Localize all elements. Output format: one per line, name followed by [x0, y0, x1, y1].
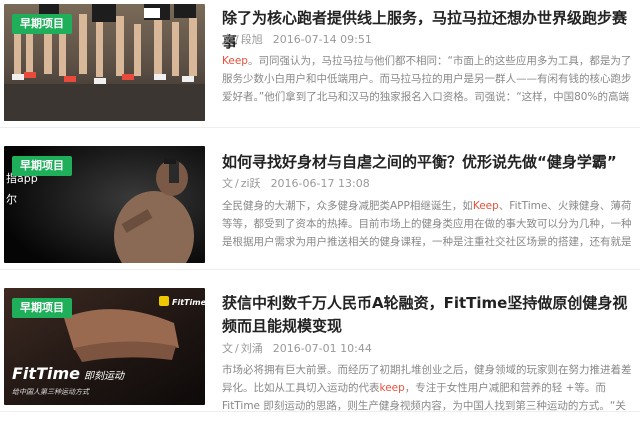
summary-text: 。司同强认为，马拉马拉与他们都不相同：“市面上的这些应用多为工具，都是为了服务少…	[222, 55, 632, 103]
keyword-highlight: Keep	[222, 55, 248, 67]
article-summary: Keep。司同强认为，马拉马拉与他们都不相同：“市面上的这些应用多为工具，都是为…	[222, 52, 632, 106]
category-label: 文	[222, 342, 233, 355]
author-link[interactable]: 刘涌	[241, 342, 263, 355]
fittime-logo-icon	[159, 296, 169, 306]
article-thumbnail[interactable]: FitTime FitTime 即刻运动 给中国人第三种运动方式 早期项目	[4, 288, 205, 405]
publish-date: 2016-07-14 09:51	[272, 33, 372, 46]
article-item[interactable]: FitTime FitTime 即刻运动 给中国人第三种运动方式 早期项目 获信…	[0, 284, 640, 412]
thumb-brand-text: FitTime	[12, 364, 80, 383]
article-item[interactable]: 早期项目 除了为核心跑者提供线上服务，马拉马拉还想办世界级跑步赛事 文 / 段旭 20…	[0, 0, 640, 128]
article-meta: 文 / 刘涌 2016-07-01 10:44	[222, 342, 372, 355]
keyword-highlight: Keep	[472, 200, 499, 212]
article-item[interactable]: 指app 尔 早期项目 如何寻找好身材与自虐之间的平衡？优形说先做“健身学霸” …	[0, 142, 640, 270]
category-label: 文	[222, 33, 233, 46]
article-list: 早期项目 除了为核心跑者提供线上服务，马拉马拉还想办世界级跑步赛事 文 / 段旭 20…	[0, 0, 640, 412]
article-meta: 文 / zi跃 2016-06-17 13:08	[222, 177, 370, 190]
early-stage-tag[interactable]: 早期项目	[12, 156, 72, 176]
early-stage-tag[interactable]: 早期项目	[12, 298, 72, 318]
thumb-brand-cn-text: 即刻运动	[84, 370, 125, 382]
thumb-slogan-text: 给中国人第三种运动方式	[12, 388, 90, 396]
article-summary: 全民健身的大潮下，众多健身减肥类APP相继诞生，如Keep、FitTime、火辣…	[222, 197, 632, 251]
publish-date: 2016-06-17 13:08	[270, 177, 370, 190]
article-meta: 文 / 段旭 2016-07-14 09:51	[222, 33, 372, 46]
keyword-highlight: keep	[379, 382, 405, 394]
article-title[interactable]: 获信中利数千万人民币A轮融资，FitTime坚持做原创健身视频而且能规模变现	[222, 292, 634, 340]
thumb-logo-text: FitTime	[172, 298, 205, 307]
publish-date: 2016-07-01 10:44	[272, 342, 372, 355]
summary-text: 全民健身的大潮下，众多健身减肥类APP相继诞生，如	[222, 200, 473, 212]
article-title[interactable]: 如何寻找好身材与自虐之间的平衡？优形说先做“健身学霸”	[222, 150, 634, 174]
category-label: 文	[222, 177, 233, 190]
article-summary: 市场必将拥有巨大前景。而经历了初期扎堆创业之后，健身领域的玩家则在努力推进着差异…	[222, 361, 632, 415]
thumb-overlay-text: 尔	[6, 193, 17, 206]
early-stage-tag[interactable]: 早期项目	[12, 14, 72, 34]
author-link[interactable]: 段旭	[241, 33, 263, 46]
article-thumbnail[interactable]: 早期项目	[4, 4, 205, 121]
author-link[interactable]: zi跃	[241, 177, 261, 190]
article-thumbnail[interactable]: 指app 尔 早期项目	[4, 146, 205, 263]
